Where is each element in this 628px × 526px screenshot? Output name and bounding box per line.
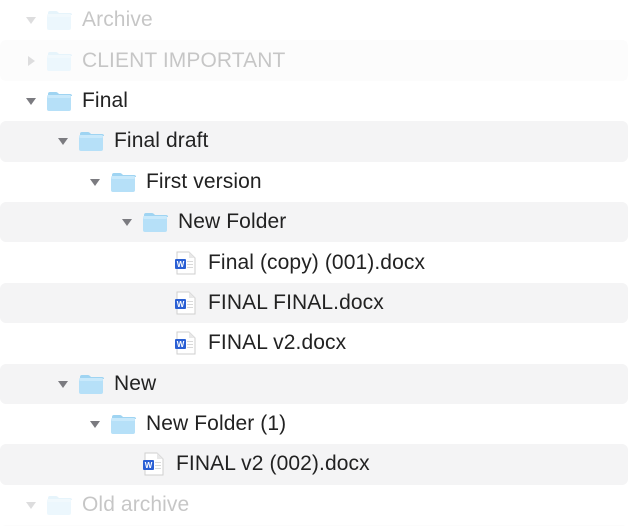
word-document-icon: W [174,331,196,355]
tree-row-first-version[interactable]: First version [0,162,628,202]
folder-label: Final draft [114,129,208,153]
word-document-icon: W [142,452,164,476]
folder-label: New Folder (1) [146,412,286,436]
tree-row-final-final[interactable]: W FINAL FINAL.docx [0,283,628,323]
folder-icon [46,50,72,72]
folder-tree: Archive CLIENT IMPORTANT Final Final draft F… [0,0,628,526]
folder-icon [78,130,104,152]
file-label: Final (copy) (001).docx [208,251,425,275]
folder-icon [46,9,72,31]
file-label: FINAL FINAL.docx [208,291,384,315]
folder-label: First version [146,170,262,194]
folder-label: CLIENT IMPORTANT [82,49,285,73]
folder-label: New [114,372,156,396]
chevron-down-icon[interactable] [120,215,134,229]
tree-row-final-draft[interactable]: Final draft [0,121,628,161]
folder-label: Old archive [82,493,189,517]
svg-text:W: W [145,461,153,470]
chevron-down-icon[interactable] [24,13,38,27]
folder-label: Final [82,89,128,113]
tree-row-client-important[interactable]: CLIENT IMPORTANT [0,40,628,80]
folder-icon [46,494,72,516]
svg-text:W: W [177,260,185,269]
svg-text:W: W [177,340,185,349]
word-document-icon: W [174,291,196,315]
folder-icon [46,90,72,112]
chevron-down-icon[interactable] [56,134,70,148]
folder-icon [110,413,136,435]
chevron-down-icon[interactable] [88,417,102,431]
tree-row-final-v2[interactable]: W FINAL v2.docx [0,323,628,363]
chevron-down-icon[interactable] [24,498,38,512]
folder-icon [110,171,136,193]
word-document-icon: W [174,251,196,275]
folder-icon [78,373,104,395]
file-label: FINAL v2.docx [208,331,346,355]
svg-text:W: W [177,300,185,309]
tree-row-final-copy-001[interactable]: W Final (copy) (001).docx [0,242,628,282]
folder-label: New Folder [178,210,286,234]
chevron-down-icon[interactable] [56,377,70,391]
tree-row-new[interactable]: New [0,364,628,404]
tree-row-new-folder-1[interactable]: New Folder (1) [0,404,628,444]
chevron-down-icon[interactable] [24,94,38,108]
tree-row-new-folder[interactable]: New Folder [0,202,628,242]
chevron-right-icon[interactable] [24,54,38,68]
chevron-down-icon[interactable] [88,175,102,189]
folder-label: Archive [82,8,153,32]
folder-icon [142,211,168,233]
tree-row-archive[interactable]: Archive [0,0,628,40]
tree-row-final[interactable]: Final [0,81,628,121]
tree-row-final-v2-002[interactable]: W FINAL v2 (002).docx [0,444,628,484]
tree-row-old-archive[interactable]: Old archive [0,485,628,525]
file-label: FINAL v2 (002).docx [176,452,370,476]
